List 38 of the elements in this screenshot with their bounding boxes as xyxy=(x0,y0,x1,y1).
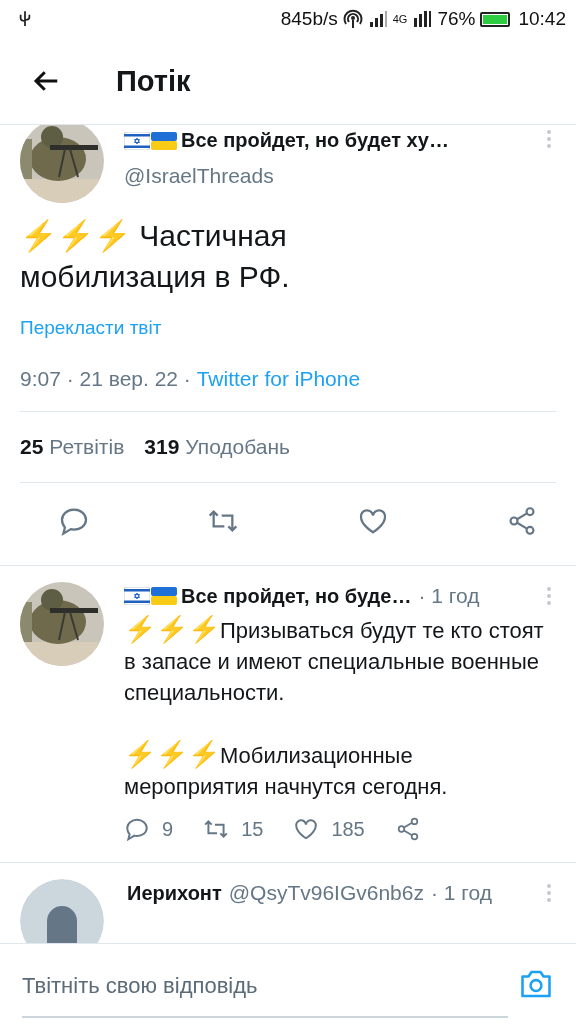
battery-icon xyxy=(480,11,511,27)
display-name: Иерихонт xyxy=(127,881,222,905)
source-link[interactable]: Twitter for iPhone xyxy=(196,367,361,390)
like-count: 185 xyxy=(331,817,365,841)
tweet-text: ⚡⚡⚡Мобилизационные мероприятия начнутся сегодня. xyxy=(124,739,449,801)
battery-percent: 76% xyxy=(437,8,476,30)
retweet-count: 15 xyxy=(241,817,264,841)
like-count: 319 xyxy=(144,435,180,459)
usb-icon xyxy=(18,10,32,28)
display-name: Все пройдет, но буде… xyxy=(181,584,412,608)
tweet-text: ⚡⚡⚡ Частичная мобилизация в РФ. xyxy=(20,218,291,295)
translate-link[interactable]: Перекласти твіт xyxy=(20,317,162,339)
user-handle: @QsyTv96IGv6nb6z xyxy=(228,881,424,905)
like-label: Уподобань xyxy=(185,435,291,459)
network-speed: 845b/s xyxy=(280,8,338,30)
signal-icon xyxy=(367,9,388,29)
flag-icon xyxy=(151,587,177,605)
signal-icon xyxy=(412,9,433,29)
page-title: Потік xyxy=(116,64,191,98)
reply-input-field[interactable]: Твітніть свою відповідь xyxy=(22,956,508,1018)
user-handle: @IsraelThreads xyxy=(124,164,275,188)
tweet-age: · 1 год xyxy=(430,881,492,905)
reply-count: 9 xyxy=(162,817,174,841)
flag-icon xyxy=(151,131,177,150)
like-icon[interactable] xyxy=(293,816,320,842)
clock: 10:42 xyxy=(518,8,566,30)
network-type: 4G xyxy=(392,13,408,25)
flag-icon xyxy=(124,587,150,605)
retweet-count: 25 xyxy=(20,435,44,459)
tweet-age: · 1 год xyxy=(418,584,480,608)
retweet-label: Ретвітів xyxy=(49,435,125,459)
default-avatar-icon xyxy=(20,879,104,943)
tweet-timestamp: 9:07 · 21 вер. 22 · xyxy=(20,367,192,390)
tweet-text: ⚡⚡⚡Призываться будут те кто стоят в запасе и имеют специальные военные специальности. xyxy=(124,614,544,707)
display-name: Все пройдет, но будет ху… xyxy=(181,129,449,152)
flag-icon xyxy=(124,131,150,150)
reply-icon[interactable] xyxy=(124,816,150,842)
hotspot-icon xyxy=(342,9,363,29)
